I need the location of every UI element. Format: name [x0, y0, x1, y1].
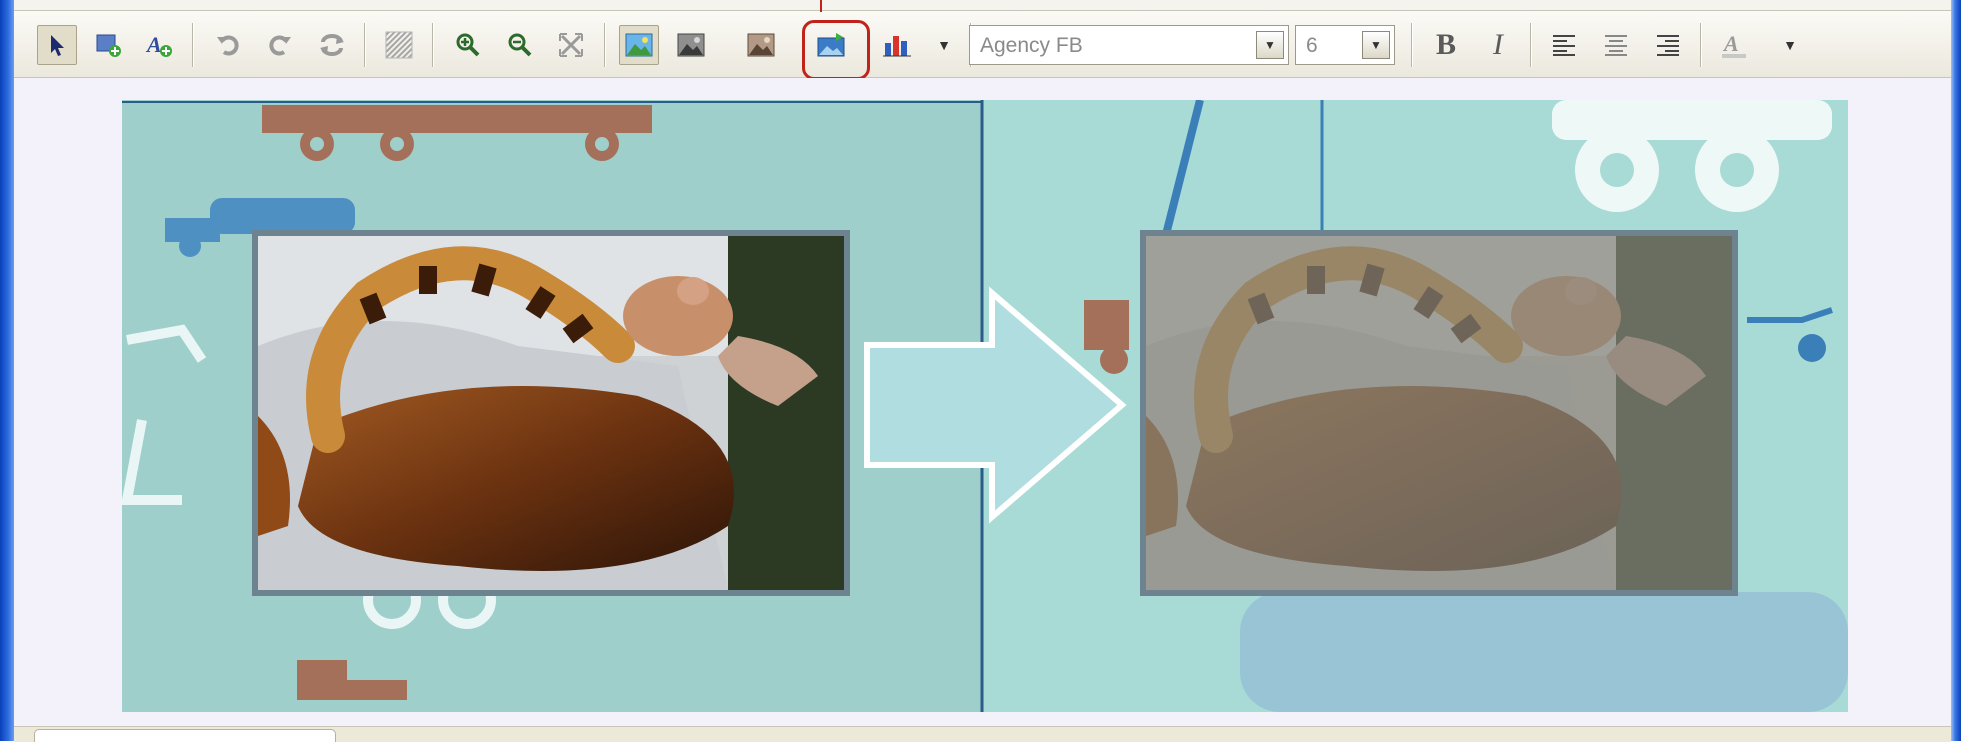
font-color-dropdown-button[interactable]: ▼: [1772, 25, 1808, 65]
insert-box-button[interactable]: [88, 25, 128, 65]
tractor-graphic: [297, 660, 407, 700]
insert-text-icon: A: [145, 32, 172, 57]
zoom-out-icon: [508, 33, 532, 57]
chart-button[interactable]: [877, 25, 917, 65]
bold-button[interactable]: B: [1426, 25, 1466, 65]
loader-graphic: [1747, 307, 1833, 362]
toolbar-separator: [604, 23, 606, 67]
right-arrow-icon: [864, 286, 1127, 524]
slide-canvas[interactable]: [122, 100, 1848, 712]
italic-button[interactable]: I: [1478, 25, 1518, 65]
photo-faded[interactable]: [1140, 230, 1738, 596]
rotate-left-icon: [217, 35, 239, 56]
rotate-right-button[interactable]: [260, 25, 300, 65]
font-size-select[interactable]: 6 ▼: [1295, 25, 1395, 65]
rotate-right-icon: [269, 35, 291, 56]
image-dark-button[interactable]: [671, 25, 711, 65]
chevron-down-icon: ▼: [1370, 38, 1382, 52]
highlight-box: [802, 20, 870, 80]
align-right-icon: [1657, 35, 1679, 56]
align-center-button[interactable]: [1596, 25, 1636, 65]
toolbar: A ▼ Agency FB ▼ 6 ▼ B I A ▼: [14, 11, 1951, 80]
font-color-button[interactable]: A: [1714, 25, 1754, 65]
insert-text-button[interactable]: A: [139, 25, 179, 65]
font-family-select[interactable]: Agency FB ▼: [969, 25, 1289, 65]
select-pointer-icon: [51, 35, 64, 56]
zoom-out-button[interactable]: [500, 25, 540, 65]
align-left-button[interactable]: [1544, 25, 1584, 65]
toolbar-separator: [1700, 23, 1702, 67]
highlight-callout-line: [820, 0, 822, 12]
pattern-icon: [385, 31, 413, 59]
insert-box-icon: [96, 34, 121, 57]
flip-button[interactable]: [312, 25, 352, 65]
toolbar-separator: [364, 23, 366, 67]
crane-graphic: [122, 324, 207, 505]
font-family-dropdown-button[interactable]: ▼: [1256, 31, 1284, 59]
truck-graphic: [1552, 100, 1832, 212]
fade-overlay: [1146, 236, 1732, 590]
window-top-rule: [14, 0, 1951, 11]
fit-button[interactable]: [551, 25, 591, 65]
font-family-value: Agency FB: [980, 34, 1083, 57]
image-normal-button[interactable]: [619, 25, 659, 65]
tree-kangaroo-photo: [258, 236, 844, 590]
window-frame-left: [0, 0, 14, 741]
align-left-icon: [1553, 35, 1575, 56]
image-normal-icon: [625, 33, 653, 57]
font-size-value: 6: [1306, 34, 1318, 57]
toolbar-separator: [1530, 23, 1532, 67]
zoom-in-icon: [456, 33, 480, 57]
align-right-button[interactable]: [1648, 25, 1688, 65]
flip-icon: [320, 34, 344, 56]
chevron-down-icon: ▼: [1783, 37, 1797, 53]
image-dark-icon: [677, 33, 705, 57]
bold-icon: B: [1435, 28, 1456, 61]
page-tab[interactable]: [34, 729, 336, 742]
toolbar-separator: [1411, 23, 1413, 67]
rotate-left-button[interactable]: [208, 25, 248, 65]
font-color-icon: A: [1722, 31, 1746, 58]
select-pointer-button[interactable]: [37, 25, 77, 65]
chevron-down-icon: ▼: [1264, 38, 1276, 52]
italic-icon: I: [1493, 28, 1503, 61]
align-center-icon: [1605, 35, 1627, 56]
window-frame-right: [1951, 0, 1961, 741]
svg-text:A: A: [1722, 31, 1739, 56]
image-sepia-icon: [747, 33, 775, 57]
truck-graphic: [262, 105, 652, 161]
zoom-in-button[interactable]: [448, 25, 488, 65]
svg-text:A: A: [145, 32, 162, 57]
image-sepia-button[interactable]: [741, 25, 781, 65]
photo-original[interactable]: [252, 230, 850, 596]
status-strip: [14, 726, 1951, 742]
chevron-down-icon: ▼: [937, 37, 951, 53]
pattern-button[interactable]: [379, 25, 419, 65]
toolbar-separator: [192, 23, 194, 67]
fit-icon: [559, 33, 583, 57]
chart-dropdown-button[interactable]: ▼: [924, 25, 964, 65]
chart-icon: [883, 36, 911, 57]
font-size-dropdown-button[interactable]: ▼: [1362, 31, 1390, 59]
toolbar-separator: [432, 23, 434, 67]
